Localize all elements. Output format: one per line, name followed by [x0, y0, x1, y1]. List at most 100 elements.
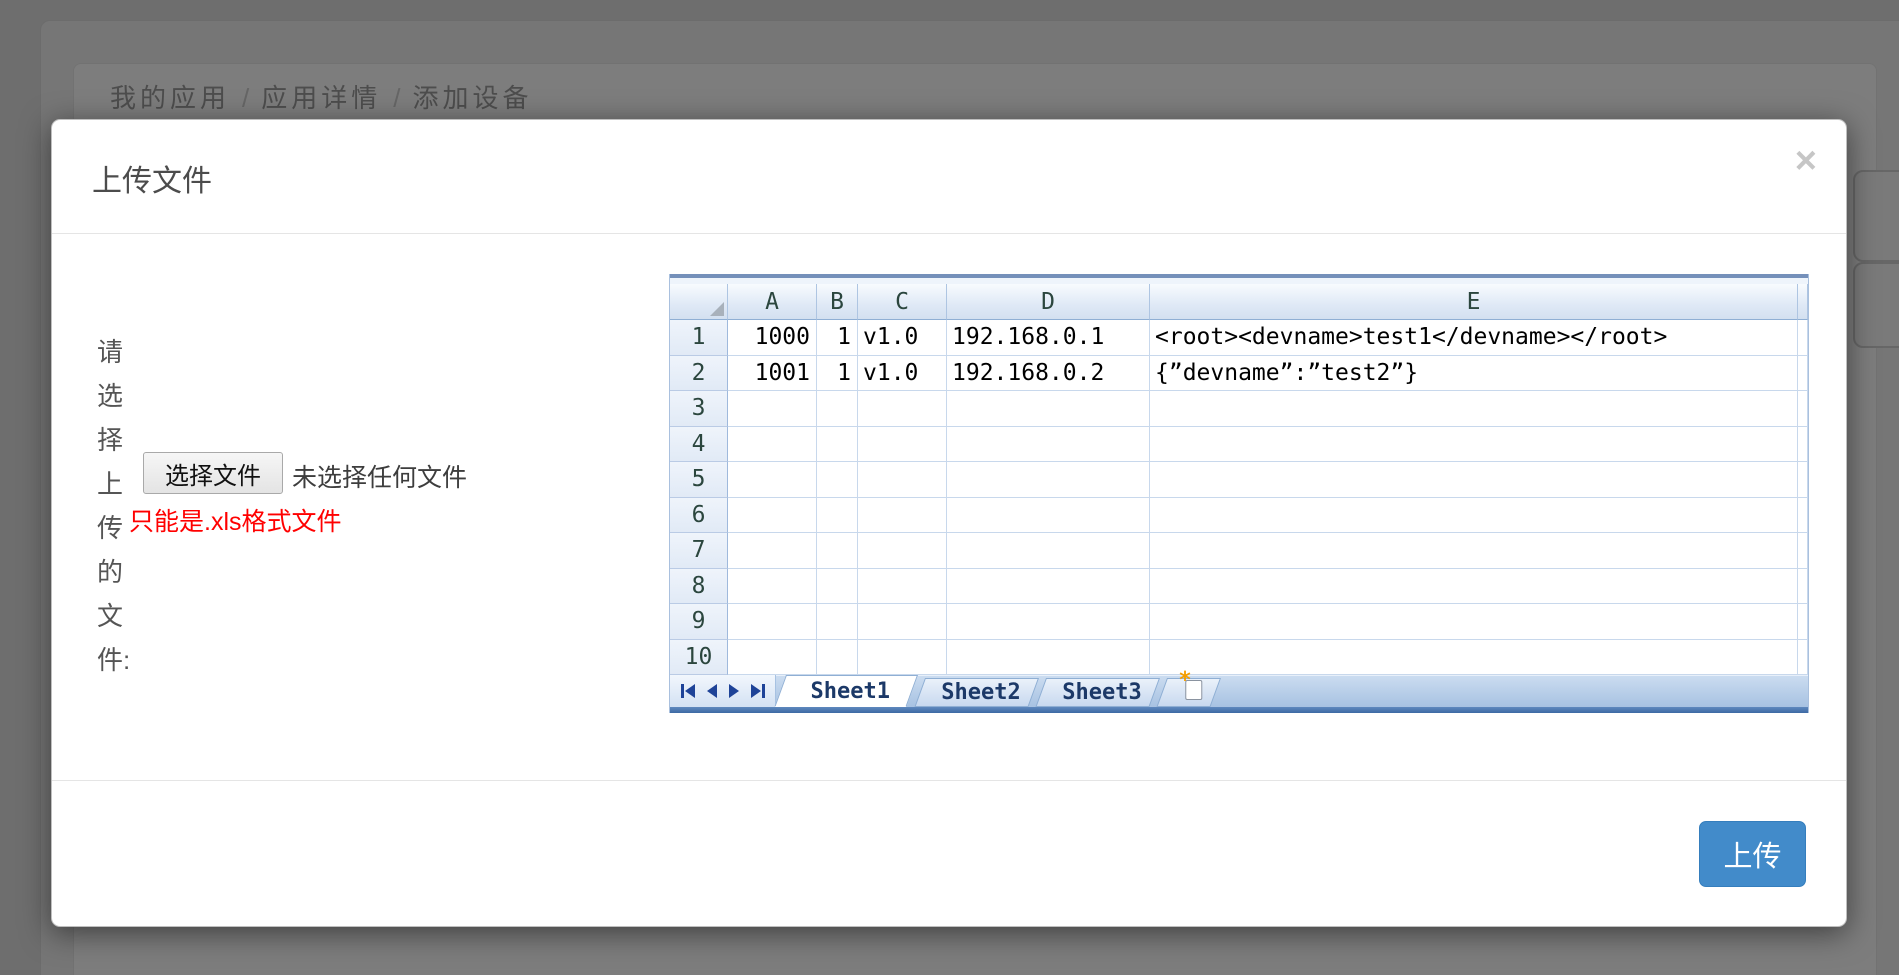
spreadsheet-row: 5	[670, 462, 1808, 498]
spreadsheet-cell	[947, 569, 1150, 605]
spreadsheet-cell	[1798, 391, 1808, 427]
dialog-body: 请选择上传的文件: 选择文件 未选择任何文件 只能是.xls格式文件 A B C…	[52, 234, 1846, 783]
spreadsheet-cell: 1	[817, 320, 858, 356]
spreadsheet-cell	[1150, 569, 1798, 605]
row-number: 9	[670, 604, 728, 640]
spreadsheet-cell	[1150, 604, 1798, 640]
excel-column-headers: A B C D E	[670, 284, 1808, 320]
spreadsheet-cell	[817, 640, 858, 676]
row-number: 2	[670, 356, 728, 392]
dialog-footer: 上传	[52, 780, 1846, 926]
spreadsheet-cell	[817, 498, 858, 534]
spreadsheet-cell	[947, 604, 1150, 640]
column-header-a: A	[728, 284, 817, 320]
spreadsheet-cell	[728, 640, 817, 676]
spreadsheet-cell	[728, 569, 817, 605]
excel-example-screenshot: A B C D E 1 1000 1 v1.0 192.168.0.1 <roo…	[669, 274, 1809, 713]
spreadsheet-cell	[817, 604, 858, 640]
spreadsheet-cell	[947, 533, 1150, 569]
spreadsheet-cell	[1150, 640, 1798, 676]
spreadsheet-cell: 192.168.0.1	[947, 320, 1150, 356]
spreadsheet-row: 8	[670, 569, 1808, 605]
upload-file-dialog: 上传文件 × 请选择上传的文件: 选择文件 未选择任何文件 只能是.xls格式文…	[51, 119, 1847, 927]
spreadsheet-cell	[1150, 462, 1798, 498]
row-number: 5	[670, 462, 728, 498]
spreadsheet-row: 9	[670, 604, 1808, 640]
sheet-nav-buttons	[670, 675, 776, 707]
column-header-c: C	[858, 284, 947, 320]
spreadsheet-cell	[817, 462, 858, 498]
spreadsheet-cell: 1000	[728, 320, 817, 356]
spreadsheet-cell	[947, 640, 1150, 676]
column-header-e: E	[1150, 284, 1798, 320]
spreadsheet-cell	[728, 498, 817, 534]
spreadsheet-cell	[817, 533, 858, 569]
spreadsheet-cell	[947, 391, 1150, 427]
spreadsheet-cell	[858, 427, 947, 463]
spreadsheet-row: 6	[670, 498, 1808, 534]
spreadsheet-cell	[817, 427, 858, 463]
spreadsheet-cell	[858, 391, 947, 427]
sheet-tab-sheet3: Sheet3	[1035, 678, 1160, 707]
column-header-d: D	[947, 284, 1150, 320]
spreadsheet-cell	[947, 462, 1150, 498]
select-all-corner-icon	[710, 302, 724, 316]
insert-sheet-icon: *	[1185, 680, 1202, 700]
row-number: 8	[670, 569, 728, 605]
spreadsheet-cell	[728, 427, 817, 463]
spreadsheet-cell	[947, 427, 1150, 463]
choose-file-button[interactable]: 选择文件	[143, 452, 283, 494]
insert-sheet-tab: *	[1156, 678, 1221, 707]
row-number: 6	[670, 498, 728, 534]
upload-file-label: 请选择上传的文件:	[97, 330, 127, 682]
spreadsheet-cell: 192.168.0.2	[947, 356, 1150, 392]
spreadsheet-cell	[1798, 640, 1808, 676]
column-header-partial	[1798, 284, 1808, 320]
spreadsheet-cell: {”devname”:”test2”}	[1150, 356, 1798, 392]
spreadsheet-cell	[1150, 498, 1798, 534]
file-status-text: 未选择任何文件	[292, 458, 467, 494]
dialog-header: 上传文件 ×	[52, 120, 1846, 234]
sheet-tab-sheet1: Sheet1	[774, 675, 918, 707]
close-icon[interactable]: ×	[1795, 142, 1817, 180]
spreadsheet-cell	[728, 604, 817, 640]
spreadsheet-cell	[728, 533, 817, 569]
upload-button[interactable]: 上传	[1699, 821, 1806, 887]
last-sheet-icon	[751, 684, 765, 698]
tab-bar-bottom-strip	[670, 707, 1808, 713]
spreadsheet-cell	[1150, 427, 1798, 463]
spreadsheet-cell	[1150, 533, 1798, 569]
spreadsheet-cell	[1798, 604, 1808, 640]
spreadsheet-cell	[817, 391, 858, 427]
spreadsheet-cell: <root><devname>test1</devname></root>	[1150, 320, 1798, 356]
spreadsheet-row: 1 1000 1 v1.0 192.168.0.1 <root><devname…	[670, 320, 1808, 356]
spreadsheet-cell	[858, 569, 947, 605]
spreadsheet-cell	[858, 640, 947, 676]
spreadsheet-cell: v1.0	[858, 320, 947, 356]
spreadsheet-cell	[1798, 356, 1808, 392]
spreadsheet-cell	[858, 462, 947, 498]
spreadsheet-cell	[1798, 569, 1808, 605]
file-format-hint: 只能是.xls格式文件	[129, 502, 342, 538]
spreadsheet-cell	[947, 498, 1150, 534]
spreadsheet-cell	[817, 569, 858, 605]
spreadsheet-cell	[1798, 533, 1808, 569]
spreadsheet-cell	[1798, 320, 1808, 356]
row-number: 4	[670, 427, 728, 463]
spreadsheet-cell	[1798, 498, 1808, 534]
spreadsheet-cell	[1798, 427, 1808, 463]
sheet-tab-sheet2: Sheet2	[914, 678, 1039, 707]
row-number: 7	[670, 533, 728, 569]
spreadsheet-row: 2 1001 1 v1.0 192.168.0.2 {”devname”:”te…	[670, 356, 1808, 392]
row-number: 10	[670, 640, 728, 676]
spreadsheet-cell	[858, 533, 947, 569]
spreadsheet-cell: v1.0	[858, 356, 947, 392]
dialog-title: 上传文件	[92, 156, 212, 200]
next-sheet-icon	[729, 684, 739, 698]
screen: 我的应用/应用详情/添加设备 上传文件 × 请选择上传的文件: 选择文件 未选择…	[0, 0, 1899, 975]
spreadsheet-cell	[858, 604, 947, 640]
spreadsheet-row: 4	[670, 427, 1808, 463]
first-sheet-icon	[681, 684, 695, 698]
spreadsheet-cell	[728, 462, 817, 498]
sheet-tab-bar: Sheet1 Sheet2 Sheet3 *	[670, 675, 1808, 713]
